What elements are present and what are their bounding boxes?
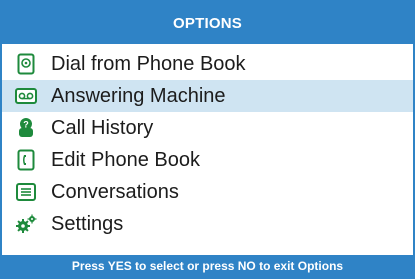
options-menu: Dial from Phone Book Answering Machine ? <box>2 48 413 240</box>
footer-hint: Press YES to select or press NO to exit … <box>71 259 344 273</box>
menu-item-settings[interactable]: Settings <box>2 208 413 240</box>
menu-item-answering-machine[interactable]: Answering Machine <box>2 80 413 112</box>
phone-book-dial-icon <box>15 53 37 75</box>
menu-item-label: Edit Phone Book <box>51 148 200 171</box>
menu-item-label: Call History <box>51 116 154 139</box>
footer-hint-bar: Press YES to select or press NO to exit … <box>2 255 413 277</box>
menu-item-edit-phone-book[interactable]: Edit Phone Book <box>2 144 413 176</box>
options-window: OPTIONS Dial from Phone Book Answering M… <box>0 0 415 279</box>
menu-item-label: Settings <box>51 212 124 235</box>
options-header: OPTIONS <box>2 2 413 44</box>
menu-item-label: Answering Machine <box>51 84 226 107</box>
menu-item-conversations[interactable]: Conversations <box>2 176 413 208</box>
svg-text:?: ? <box>23 120 29 130</box>
page-title: OPTIONS <box>173 14 242 32</box>
answering-machine-icon <box>15 85 37 107</box>
menu-item-label: Dial from Phone Book <box>51 52 246 75</box>
conversations-icon <box>15 181 37 203</box>
call-history-icon: ? <box>15 117 37 139</box>
settings-icon <box>15 213 37 235</box>
menu-item-dial-from-phone-book[interactable]: Dial from Phone Book <box>2 48 413 80</box>
menu-item-label: Conversations <box>51 180 179 203</box>
edit-phone-book-icon <box>15 149 37 171</box>
menu-item-call-history[interactable]: ? Call History <box>2 112 413 144</box>
